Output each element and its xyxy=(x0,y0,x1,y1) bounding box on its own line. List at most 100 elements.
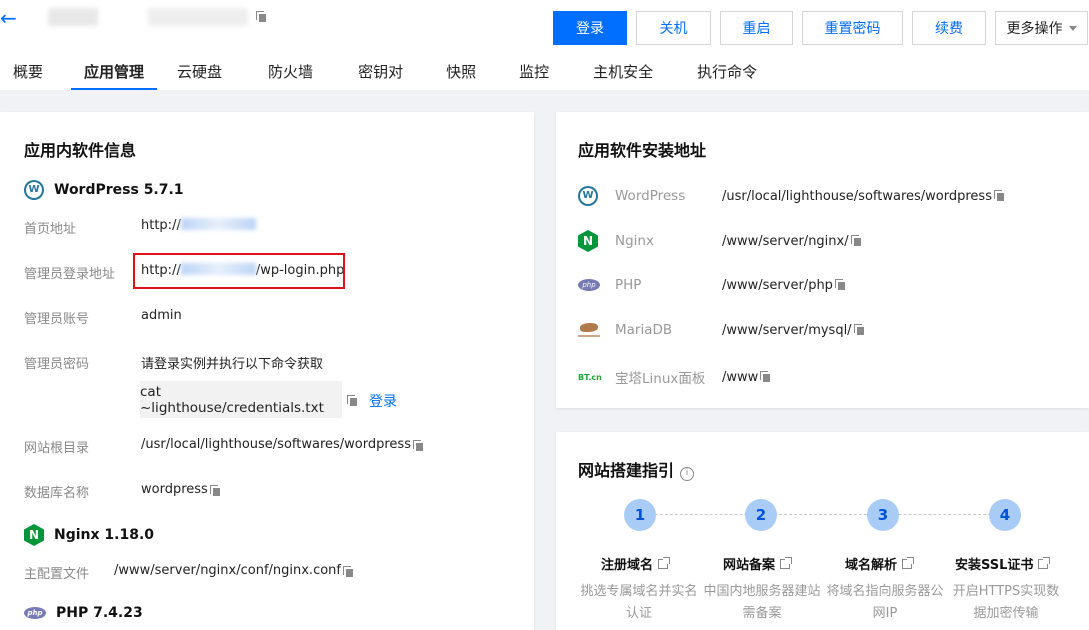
software-name: PHP xyxy=(615,277,642,293)
install-path: /usr/local/lighthouse/softwares/wordpres… xyxy=(722,188,992,204)
tab-run-command[interactable]: 执行命令 xyxy=(684,62,770,90)
homepage-row: 首页地址 http:// xyxy=(24,218,256,237)
php-header: php PHP 7.4.23 xyxy=(24,605,143,621)
copy-icon[interactable] xyxy=(853,324,865,336)
card-title: 网站搭建指引 i xyxy=(578,457,695,481)
site-root-label: 网站根目录 xyxy=(24,441,90,456)
copy-icon[interactable] xyxy=(993,190,1005,202)
restart-button[interactable]: 重启 xyxy=(720,11,793,45)
more-actions-label: 更多操作 xyxy=(1006,21,1063,37)
admin-pass-label: 管理员密码 xyxy=(24,357,90,372)
card-title: 应用内软件信息 xyxy=(24,141,137,160)
step-number: 1 xyxy=(624,499,656,531)
install-paths-card: 应用软件安装地址 WordPress /usr/local/lighthouse… xyxy=(556,112,1089,408)
step-number: 3 xyxy=(867,499,899,531)
nginx-version: Nginx 1.18.0 xyxy=(54,527,155,543)
tab-key-pair[interactable]: 密钥对 xyxy=(345,62,416,90)
step-number: 4 xyxy=(989,499,1021,531)
install-path-row: N Nginx /www/server/nginx/ xyxy=(578,230,862,252)
wordpress-icon xyxy=(578,186,598,206)
homepage-link[interactable]: http:// xyxy=(141,218,256,237)
copy-icon[interactable] xyxy=(834,279,846,291)
step-install-ssl-link[interactable]: 安装SSL证书 xyxy=(955,554,1051,573)
bt-panel-icon: BT.cn xyxy=(578,372,602,382)
install-path: /www xyxy=(722,369,759,385)
wordpress-header: WordPress 5.7.1 xyxy=(24,180,184,200)
copy-icon[interactable] xyxy=(256,11,267,23)
info-icon[interactable]: i xyxy=(680,467,695,481)
wordpress-icon xyxy=(24,180,44,200)
install-path-row: php PHP /www/server/php xyxy=(578,277,846,293)
external-link-icon xyxy=(780,556,793,569)
admin-pass-row: 管理员密码 请登录实例并执行以下命令获取 xyxy=(24,353,323,372)
credentials-command: cat ~lighthouse/credentials.txt xyxy=(140,381,342,418)
install-path: /www/server/nginx/ xyxy=(722,233,849,249)
login-button[interactable]: 登录 xyxy=(553,11,627,45)
site-root-path: /usr/local/lighthouse/softwares/wordpres… xyxy=(141,437,411,452)
renew-button[interactable]: 续费 xyxy=(912,11,986,45)
install-path-row: BT.cn 宝塔Linux面板 /www xyxy=(578,367,771,387)
login-link[interactable]: 登录 xyxy=(369,391,397,411)
top-bar: ← 登录 关机 重启 重置密码 续费 更多操作 概要 应用管理 云硬盘 防火墙 … xyxy=(0,0,1089,90)
homepage-label: 首页地址 xyxy=(24,222,77,237)
card-title: 应用软件安装地址 xyxy=(578,141,707,160)
step-icp-filing-link[interactable]: 网站备案 xyxy=(723,554,793,573)
admin-pass-hint: 请登录实例并执行以下命令获取 xyxy=(141,357,324,372)
step-description: 中国内地服务器建站 需备案 xyxy=(703,584,821,621)
back-arrow-icon[interactable]: ← xyxy=(0,6,17,30)
step-description: 开启HTTPS实现数 据加密传输 xyxy=(952,584,1060,621)
tab-firewall[interactable]: 防火墙 xyxy=(255,62,326,90)
install-path: /www/server/php xyxy=(722,277,833,293)
software-name: 宝塔Linux面板 xyxy=(615,371,706,387)
php-version: PHP 7.4.23 xyxy=(56,605,143,621)
external-link-icon xyxy=(658,556,671,569)
nginx-icon: N xyxy=(578,230,598,252)
install-path-row: WordPress /usr/local/lighthouse/software… xyxy=(578,186,1005,206)
copy-icon[interactable] xyxy=(412,440,424,452)
nginx-icon: N xyxy=(24,524,44,546)
step-number: 2 xyxy=(745,499,777,531)
mariadb-icon xyxy=(578,323,600,337)
copy-icon[interactable] xyxy=(343,566,354,578)
wordpress-version: WordPress 5.7.1 xyxy=(54,182,184,198)
tab-host-security[interactable]: 主机安全 xyxy=(580,62,666,90)
copy-icon[interactable] xyxy=(760,371,771,383)
site-root-row: 网站根目录 /usr/local/lighthouse/softwares/wo… xyxy=(24,437,424,456)
php-icon: php xyxy=(24,607,46,619)
external-link-icon xyxy=(1038,556,1051,569)
instance-name-redacted xyxy=(48,8,248,26)
software-name: WordPress xyxy=(615,188,686,204)
tab-app-management[interactable]: 应用管理 xyxy=(71,62,158,90)
nginx-header: N Nginx 1.18.0 xyxy=(24,524,154,546)
tab-snapshot[interactable]: 快照 xyxy=(433,62,489,90)
external-link-icon xyxy=(902,556,915,569)
db-name-value: wordpress xyxy=(141,482,208,497)
install-path-row: MariaDB /www/server/mysql/ xyxy=(578,322,865,338)
db-name-row: 数据库名称 wordpress xyxy=(24,482,221,501)
admin-user-value: admin xyxy=(141,308,182,323)
action-buttons: 登录 关机 重启 重置密码 续费 更多操作 xyxy=(553,11,1088,45)
tab-bar: 概要 应用管理 云硬盘 防火墙 密钥对 快照 监控 主机安全 执行命令 xyxy=(0,62,770,90)
software-name: MariaDB xyxy=(615,322,673,338)
software-name: Nginx xyxy=(615,233,654,249)
more-actions-dropdown[interactable]: 更多操作 xyxy=(995,11,1088,45)
db-name-label: 数据库名称 xyxy=(24,486,90,501)
copy-icon[interactable] xyxy=(209,485,221,497)
chevron-down-icon xyxy=(1068,25,1077,31)
tab-cloud-disk[interactable]: 云硬盘 xyxy=(164,62,235,90)
copy-icon[interactable] xyxy=(347,395,358,407)
copy-icon[interactable] xyxy=(850,235,862,247)
reset-password-button[interactable]: 重置密码 xyxy=(802,11,903,45)
tab-overview[interactable]: 概要 xyxy=(0,62,56,90)
tab-monitoring[interactable]: 监控 xyxy=(506,62,562,90)
step-description: 挑选专属域名并实名 认证 xyxy=(580,584,698,621)
nginx-conf-path: /www/server/nginx/conf/nginx.conf xyxy=(114,563,341,578)
step-dns-resolution-link[interactable]: 域名解析 xyxy=(845,554,915,573)
shutdown-button[interactable]: 关机 xyxy=(636,11,711,45)
step-description: 将域名指向服务器公 网IP xyxy=(826,584,944,621)
admin-user-label: 管理员账号 xyxy=(24,312,90,327)
install-path: /www/server/mysql/ xyxy=(722,322,852,338)
admin-url-highlight-box xyxy=(133,253,345,289)
nginx-conf-label: 主配置文件 xyxy=(24,567,90,582)
step-register-domain-link[interactable]: 注册域名 xyxy=(601,554,671,573)
